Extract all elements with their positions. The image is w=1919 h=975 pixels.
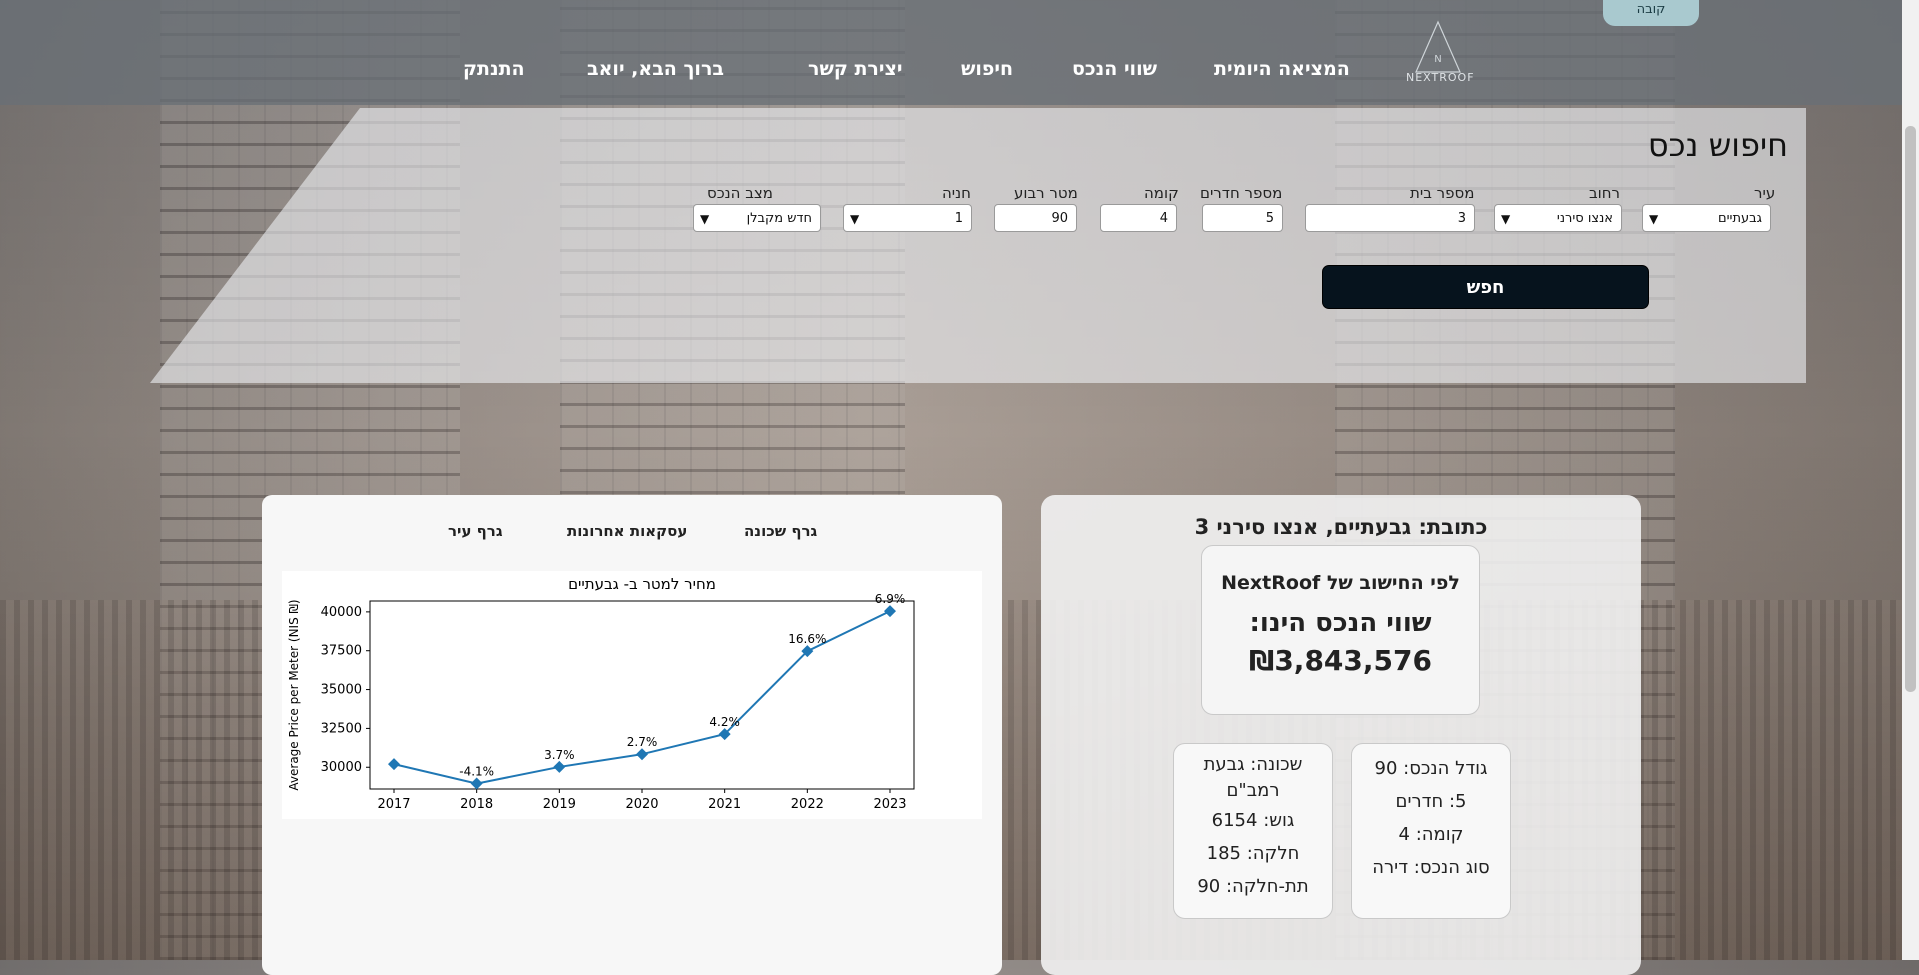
price-chart: מחיר למטר ב- גבעתיים Average Price per Me… (282, 571, 982, 819)
rooms-label: מספר חדרים (1200, 184, 1283, 202)
y-tick-label: 32500 (321, 721, 362, 736)
valuation-label: שווי הנכס הינו: (1249, 608, 1432, 638)
valuation-amount: ₪3,843,576 (1249, 644, 1432, 677)
street-value: אנצו סירני (1556, 210, 1613, 226)
sqm-input[interactable]: 90 (994, 204, 1077, 232)
data-point (884, 605, 896, 618)
y-tick-label: 37500 (321, 644, 362, 659)
condition-value: חדש מקבלן (746, 210, 812, 226)
tab-city-graph[interactable]: גרף עיר (448, 522, 503, 540)
tab-recent-transactions[interactable]: עסקאות אחרונות (567, 522, 687, 540)
y-tick-label: 30000 (321, 760, 362, 775)
property-details-box: גודל הנכס: 90 5: חדרים קומה: 4 סוג הנכס:… (1351, 743, 1511, 919)
data-label: 2.7% (627, 735, 658, 749)
header-overlay (1603, 0, 1699, 26)
nav-search[interactable]: חיפוש (961, 58, 1013, 80)
chevron-down-icon: ▼ (1649, 212, 1659, 226)
land-registry-box: שכונה: גבעת רמב"ם גוש: 6154 חלקה: 185 תת… (1173, 743, 1333, 919)
y-tick-label: 40000 (321, 605, 362, 620)
parking-select[interactable]: 1 ▼ (843, 204, 972, 232)
floor-input[interactable]: 4 (1100, 204, 1177, 232)
scrollbar-thumb[interactable] (1905, 126, 1916, 692)
data-label: 3.7% (544, 748, 575, 762)
city-select[interactable]: גבעתיים ▼ (1642, 204, 1771, 232)
data-label: 6.9% (875, 592, 906, 606)
condition-select[interactable]: חדש מקבלן ▼ (693, 204, 821, 232)
rooms-input[interactable]: 5 (1202, 204, 1283, 232)
detail-parcel: חלקה: 185 (1206, 843, 1300, 864)
sqm-value: 90 (1051, 210, 1068, 226)
condition-label: מצב הנכס (707, 184, 773, 202)
x-tick-label: 2018 (460, 797, 493, 812)
x-tick-label: 2017 (377, 797, 410, 812)
top-nav-bar: קובה N NEXTROOF המציאה היומית שווי הנכס … (0, 0, 1919, 105)
street-label: רחוב (1589, 184, 1621, 202)
data-label: 4.2% (709, 715, 740, 729)
chart-y-axis-label: Average Price per Meter (NIS ₪) (287, 599, 301, 790)
detail-rooms: 5: חדרים (1395, 791, 1467, 812)
chart-card: גרף שכונה עסקאות אחרונות גרף עיר מחיר למ… (262, 495, 1002, 975)
chart-plot-frame (369, 600, 915, 790)
nav-property-value[interactable]: שווי הנכס (1072, 58, 1157, 80)
detail-block: גוש: 6154 (1211, 810, 1295, 831)
nav-daily-deal[interactable]: המציאה היומית (1214, 58, 1350, 80)
chevron-down-icon: ▼ (850, 212, 860, 226)
detail-type: סוג הנכס: דירה (1372, 857, 1490, 878)
sqm-label: מטר רבוע (1014, 184, 1078, 202)
price-per-meter-chart: מחיר למטר ב- גבעתיים Average Price per Me… (287, 575, 915, 812)
house-number-value: 3 (1457, 210, 1466, 226)
page-scrollbar[interactable] (1902, 0, 1919, 960)
house-number-label: מספר בית (1410, 184, 1475, 202)
data-point (388, 758, 400, 771)
city-label: עיר (1754, 184, 1776, 202)
nav-logout[interactable]: התנתק (463, 58, 525, 80)
valuation-source: לפי החישוב של NextRoof (1221, 572, 1460, 594)
street-select[interactable]: אנצו סירני ▼ (1494, 204, 1622, 232)
chevron-down-icon: ▼ (1501, 212, 1511, 226)
chevron-down-icon: ▼ (700, 212, 710, 226)
nav-contact[interactable]: יצירת קשר (808, 58, 902, 80)
search-button[interactable]: חפש (1322, 265, 1649, 309)
logo-text: NEXTROOF (1406, 71, 1475, 84)
property-address: כתובת: גבעתיים, אנצו סירני 3 (1194, 515, 1488, 539)
data-point (553, 760, 566, 773)
valuation-box: לפי החישוב של NextRoof שווי הנכס הינו: ₪… (1201, 545, 1480, 715)
chart-title: מחיר למטר ב- גבעתיים (568, 575, 716, 593)
floor-label: קומה (1144, 184, 1179, 202)
svg-text:N: N (1434, 54, 1441, 65)
house-number-input[interactable]: 3 (1305, 204, 1475, 232)
tab-neighborhood-graph[interactable]: גרף שכונה (744, 522, 817, 540)
property-result-card: כתובת: גבעתיים, אנצו סירני 3 לפי החישוב … (1041, 495, 1641, 975)
x-tick-label: 2020 (625, 797, 658, 812)
detail-floor: קומה: 4 (1398, 824, 1464, 845)
city-value: גבעתיים (1718, 210, 1762, 226)
parking-label: חניה (942, 184, 971, 202)
x-tick-label: 2021 (708, 797, 741, 812)
x-tick-label: 2023 (873, 797, 906, 812)
data-label: -4.1% (459, 765, 494, 779)
detail-neighborhood: שכונה: גבעת רמב"ם (1203, 754, 1303, 801)
data-point (470, 777, 483, 790)
search-title: חיפוש נכס (1647, 126, 1788, 164)
y-tick-label: 35000 (321, 683, 362, 698)
data-label: 16.6% (788, 632, 826, 646)
detail-size: גודל הנכס: 90 (1374, 758, 1488, 779)
parking-value: 1 (954, 210, 963, 226)
property-search-panel: חיפוש נכס עיר גבעתיים ▼ רחוב אנצו סירני … (150, 108, 1806, 383)
rooms-value: 5 (1265, 210, 1274, 226)
nextroof-logo[interactable]: N NEXTROOF (1406, 18, 1475, 84)
x-tick-label: 2019 (543, 797, 576, 812)
x-tick-label: 2022 (791, 797, 824, 812)
data-point (636, 748, 648, 761)
floor-value: 4 (1159, 210, 1168, 226)
nav-welcome-user[interactable]: ברוך הבא, יואב (587, 58, 724, 80)
detail-subparcel: תת-חלקה: 90 (1197, 876, 1309, 897)
